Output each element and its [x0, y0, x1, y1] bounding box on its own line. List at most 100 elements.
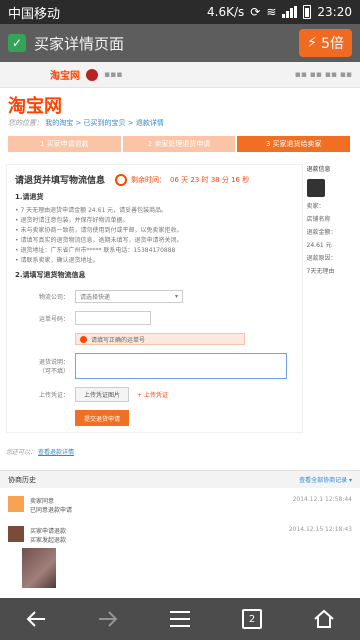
company-row: 物流公司： 请选择快递 ▾ [15, 290, 294, 303]
warning-icon [80, 335, 87, 343]
signal-icon [282, 6, 298, 18]
tracking-number-input[interactable] [75, 311, 151, 325]
carrier-label: 中国移动 [8, 6, 61, 22]
chevron-down-icon: ▾ [174, 293, 178, 300]
history-title: 协商历史 [8, 475, 36, 484]
url-field[interactable]: ✓ 买家详情页面 [8, 33, 299, 54]
logo-row: 淘宝网 [0, 88, 360, 118]
return-info-box: 请退货并填写物流信息 剩余时间： 06 天 23 时 38 分 16 秒 1.请… [6, 164, 303, 433]
history-item-body: 卖家同意 已同意退款申请 [30, 496, 72, 514]
status-bar: 中国移动 4.6K/s ⟳ ≋ 23:20 [0, 0, 360, 24]
logistics-company-select[interactable]: 请选择快递 ▾ [75, 290, 183, 303]
description-label-text: 退货说明： [38, 359, 69, 366]
side-line: 退款原因： [306, 255, 337, 262]
home-button[interactable] [304, 604, 344, 634]
user-name[interactable]: ▪▪▪ [104, 70, 122, 80]
description-row: 退货说明： （可不填） [15, 353, 294, 379]
breadcrumb: 您的位置： 我的淘宝 > 已买到的宝贝 > 退款详情 [0, 118, 360, 134]
multiplier-label: 5倍 [321, 36, 344, 52]
submit-return-button[interactable]: 提交退货申请 [75, 410, 129, 426]
instruction-line: • 退货地址：广东省广州市***** 联系电话：15384170888 [15, 247, 176, 254]
section-return-title: 1.请退货 [15, 193, 44, 201]
side-line: 退款金额： [306, 229, 337, 236]
countdown-value: 06 天 23 时 38 分 16 秒 [170, 175, 250, 184]
history-time: 2014.12.1 12:58:44 [292, 496, 352, 503]
view-refund-link[interactable]: 查看退款详情 [38, 449, 74, 456]
side-line: 卖家： [306, 203, 325, 210]
arrow-left-icon [26, 611, 45, 627]
arrow-right-icon [99, 611, 118, 627]
tabs-button[interactable]: 2 [232, 604, 272, 634]
site-top-bar: 淘宝网 ▪▪▪ ▪▪ ▪▪ ▪▪ ▪▪ [0, 62, 360, 88]
taobao-logo[interactable]: 淘宝网 [8, 92, 352, 118]
history-header: 协商历史 查看全部协商记录 ▾ [0, 470, 360, 488]
description-hint: （可不填） [38, 368, 69, 375]
browser-bottom-nav: 2 [0, 598, 360, 640]
menu-button[interactable] [160, 604, 200, 634]
tracking-row: 运单号码： [15, 311, 294, 325]
store-avatar[interactable] [306, 179, 325, 197]
history-item: 买家申请退款 买家发起退款 2014.12.15 12:18:43 [0, 518, 360, 548]
buyer-avatar [8, 526, 24, 542]
tracking-label: 运单号码： [38, 315, 69, 323]
security-check-icon: ✓ [8, 34, 26, 52]
countdown: 剩余时间： 06 天 23 时 38 分 16 秒 [115, 173, 250, 186]
logistics-form: 物流公司： 请选择快递 ▾ 运单号码： 请填写正确的运单号 退货说明： （可不填… [15, 290, 294, 426]
company-value: 请选择快递 [80, 294, 111, 301]
status-icons: 4.6K/s ⟳ ≋ 23:20 [207, 5, 352, 19]
history-text: 已同意退款申请 [30, 507, 73, 514]
evidence-thumbnail[interactable] [22, 548, 56, 588]
menu-icon [170, 611, 190, 627]
history-item-body: 买家申请退款 买家发起退款 [30, 526, 66, 544]
clock: 23:20 [317, 5, 352, 19]
side-line[interactable]: 店铺名称 [307, 214, 354, 223]
refund-side-panel: 退款信息 卖家： 店铺名称 退款金额： 24.61 元 退款原因： 7天无理由 [306, 164, 354, 456]
progress-steps: 1 买家申请退款 2 卖家处理退货申请 3 买家退货给卖家 [8, 136, 352, 152]
step-2: 2 卖家处理退货申请 [122, 136, 236, 152]
seller-avatar [8, 496, 24, 512]
upload-row: 上传凭证： 上传凭证图片 + 上传凭证 [15, 387, 294, 402]
top-links[interactable]: ▪▪ ▪▪ ▪▪ ▪▪ [295, 70, 352, 80]
sync-icon: ⟳ [250, 5, 261, 19]
network-speed: 4.6K/s [207, 5, 245, 19]
wifi-icon: ≋ [266, 5, 277, 19]
breadcrumb-prefix: 您的位置： [8, 119, 43, 127]
upload-label: 上传凭证： [38, 392, 69, 399]
back-button[interactable] [16, 604, 56, 634]
speed-multiplier-button[interactable]: ⚡ 5倍 [299, 29, 352, 57]
instruction-line: • 请填写真实的退货物流信息，逾期未填写，退货申请将关闭。 [15, 237, 183, 244]
tabs-icon: 2 [242, 609, 262, 629]
back-prefix: 您还可以： [6, 449, 37, 456]
tracking-warning: 请填写正确的运单号 [75, 333, 245, 345]
description-label: 退货说明： （可不填） [15, 357, 75, 375]
history-time: 2014.12.15 12:18:43 [288, 526, 352, 533]
history-name: 买家申请退款 [30, 528, 67, 535]
back-link-row: 您还可以： 查看退款详情 [6, 447, 303, 456]
upload-hint[interactable]: + 上传凭证 [137, 390, 168, 399]
web-page[interactable]: 淘宝网 ▪▪▪ ▪▪ ▪▪ ▪▪ ▪▪ 淘宝网 您的位置： 我的淘宝 > 已买到… [0, 62, 360, 598]
step-1: 1 买家申请退款 [8, 136, 121, 152]
return-instructions: • 7 天无理由退货申请金额 24.61 元，请妥善包装商品。 • 退货时请注意… [15, 206, 294, 266]
home-icon [314, 609, 334, 628]
mini-logo[interactable]: 淘宝网 [50, 67, 80, 82]
side-line: 24.61 元 [306, 242, 332, 249]
instruction-line: • 7 天无理由退货申请金额 24.61 元，请妥善包装商品。 [15, 207, 168, 214]
history-more-link[interactable]: 查看全部协商记录 ▾ [299, 475, 352, 484]
bolt-icon: ⚡ [307, 35, 318, 51]
return-form-column: 请退货并填写物流信息 剩余时间： 06 天 23 时 38 分 16 秒 1.请… [6, 164, 303, 456]
return-title-line: 请退货并填写物流信息 剩余时间： 06 天 23 时 38 分 16 秒 [15, 173, 294, 186]
breadcrumb-link[interactable]: 我的淘宝 > 已买到的宝贝 > 退款详情 [45, 119, 164, 127]
side-panel-title: 退款信息 [306, 166, 331, 173]
browser-address-bar[interactable]: ✓ 买家详情页面 ⚡ 5倍 [0, 24, 360, 62]
return-title: 请退货并填写物流信息 [15, 176, 106, 186]
main-content: 请退货并填写物流信息 剩余时间： 06 天 23 时 38 分 16 秒 1.请… [0, 164, 360, 456]
upload-image-button[interactable]: 上传凭证图片 [75, 387, 130, 402]
history-item: 卖家同意 已同意退款申请 2014.12.1 12:58:44 [0, 488, 360, 518]
user-avatar[interactable] [86, 68, 98, 81]
return-description-textarea[interactable] [75, 353, 287, 379]
history-text: 买家发起退款 [30, 537, 67, 544]
forward-button[interactable] [88, 604, 128, 634]
section-logistics-title: 2.请填写退货物流信息 [15, 271, 86, 279]
page-title: 买家详情页面 [34, 34, 125, 53]
instruction-line: • 请联系卖家，确认退货地址。 [15, 257, 99, 264]
